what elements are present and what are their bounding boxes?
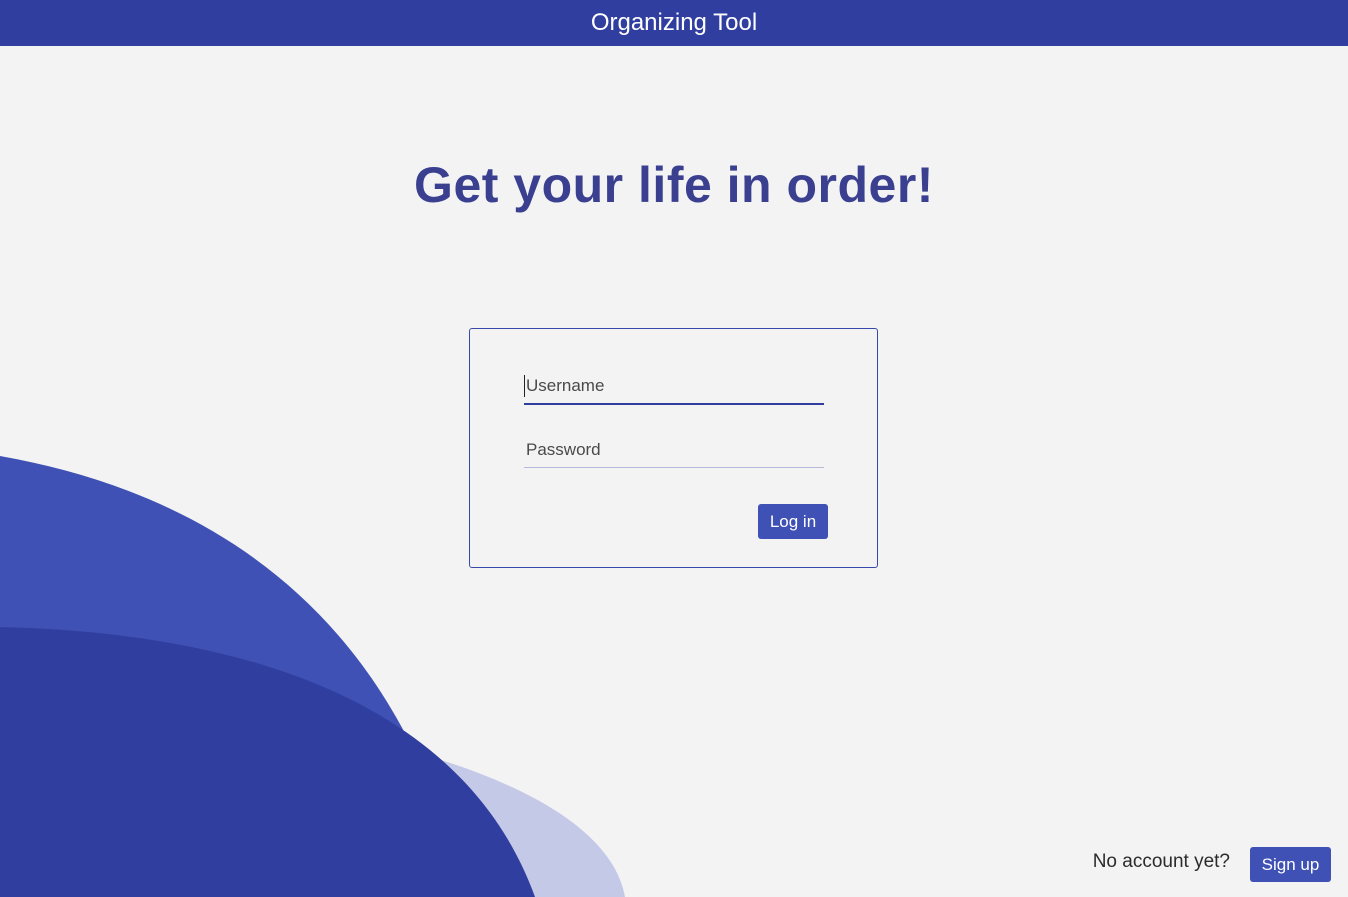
wave-light xyxy=(0,700,625,897)
wave-mid xyxy=(0,456,465,897)
password-field-container xyxy=(524,433,824,468)
no-account-label: No account yet? xyxy=(1092,851,1230,872)
app-title: Organizing Tool xyxy=(590,9,758,36)
username-input[interactable] xyxy=(524,369,824,403)
text-caret xyxy=(524,375,525,397)
wave-dark xyxy=(0,627,535,897)
signup-button[interactable]: Sign up xyxy=(1250,847,1331,882)
login-card: Log in xyxy=(469,328,878,568)
login-button[interactable]: Log in xyxy=(758,504,828,539)
password-input[interactable] xyxy=(524,433,824,467)
app-title-bar: Organizing Tool xyxy=(0,0,1348,46)
page-headline: Get your life in order! xyxy=(414,157,934,213)
username-field-container xyxy=(524,369,824,405)
